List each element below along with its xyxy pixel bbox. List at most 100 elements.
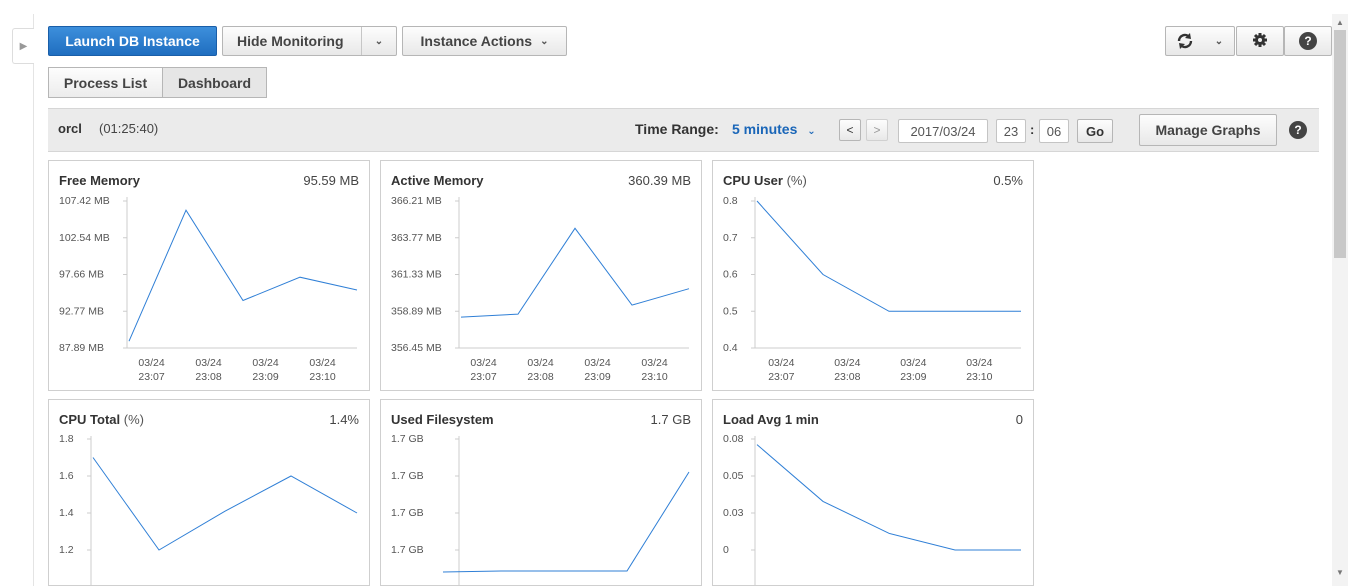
y-tick-label: 358.89 MB: [391, 305, 442, 317]
x-tick-label: 03/24: [195, 357, 221, 369]
help-button[interactable]: ?: [1284, 26, 1332, 56]
cpu-total-card: CPU Total (%) 1.4% 1.8 1.6 1.4 1.2: [48, 399, 370, 586]
launch-db-instance-button[interactable]: Launch DB Instance: [48, 26, 217, 56]
minute-value: 06: [1046, 123, 1062, 139]
tab-process-list-label: Process List: [63, 74, 148, 91]
sidebar-expand-button[interactable]: ▶: [12, 28, 34, 64]
x-tick-label: 03/24: [834, 357, 860, 369]
x-tick-label: 23:10: [641, 371, 667, 383]
x-tick-label: 23:07: [470, 371, 496, 383]
free-memory-chart: 107.42 MB 102.54 MB 97.66 MB 92.77 MB 87.89 …: [59, 195, 358, 383]
x-tick-label: 03/24: [768, 357, 794, 369]
date-value: 2017/03/24: [910, 123, 976, 139]
y-tick-label: 0: [723, 544, 729, 556]
instance-actions-label: Instance Actions: [420, 33, 533, 49]
chevron-down-icon[interactable]: ⌄: [1204, 36, 1234, 47]
scrollbar-thumb[interactable]: [1334, 30, 1346, 258]
chevron-down-icon[interactable]: ⌄: [362, 36, 396, 47]
manage-graphs-label: Manage Graphs: [1155, 122, 1261, 138]
go-button[interactable]: Go: [1077, 119, 1113, 143]
y-tick-label: 366.21 MB: [391, 195, 442, 207]
load-avg-card: Load Avg 1 min 0 0.08 0.05 0.03 0: [712, 399, 1034, 586]
date-input[interactable]: 2017/03/24: [898, 119, 988, 143]
load-avg-chart: 0.08 0.05 0.03 0: [723, 433, 1021, 586]
scroll-down-arrow-icon[interactable]: ▼: [1334, 566, 1346, 578]
used-filesystem-card: Used Filesystem 1.7 GB 1.7 GB 1.7 GB 1.7 GB 1…: [380, 399, 702, 586]
series-line: [442, 471, 690, 573]
y-tick-label: 0.03: [723, 507, 744, 519]
next-period-button[interactable]: >: [866, 119, 888, 141]
time-separator: :: [1030, 122, 1035, 137]
go-label: Go: [1085, 123, 1105, 139]
chevron-down-icon: ⌄: [540, 35, 549, 47]
y-tick-label: 1.4: [59, 507, 74, 519]
active-memory-chart: 366.21 MB 363.77 MB 361.33 MB 358.89 MB 356.…: [391, 195, 690, 383]
free-memory-card: Free Memory 95.59 MB 107.42 MB 102.54 MB 97.…: [48, 160, 370, 391]
x-tick-label: 23:08: [527, 371, 553, 383]
prev-period-button[interactable]: <: [839, 119, 861, 141]
y-tick-label: 363.77 MB: [391, 232, 442, 244]
scroll-up-arrow-icon[interactable]: ▲: [1334, 16, 1346, 28]
chevron-down-icon: ⌄: [807, 126, 816, 137]
active-memory-card: Active Memory 360.39 MB 366.21 MB 363.77 MB…: [380, 160, 702, 391]
y-tick-label: 0.7: [723, 232, 738, 244]
x-tick-label: 03/24: [527, 357, 553, 369]
x-tick-label: 03/24: [641, 357, 667, 369]
y-tick-label: 0.6: [723, 269, 738, 281]
cpu-user-card: CPU User (%) 0.5% 0.8 0.7 0.6 0.5 0.4 03/24 23:0…: [712, 160, 1034, 391]
cpu-user-chart: 0.8 0.7 0.6 0.5 0.4 03/24 23:07 03/24 23:08 03/24…: [723, 195, 1021, 383]
refresh-icon[interactable]: [1166, 31, 1204, 51]
x-tick-label: 03/24: [900, 357, 926, 369]
x-tick-label: 23:07: [138, 371, 164, 383]
y-tick-label: 1.7 GB: [391, 507, 424, 519]
instance-uptime: (01:25:40): [99, 121, 159, 136]
hide-monitoring-button[interactable]: Hide Monitoring ⌄: [222, 26, 397, 56]
hour-input[interactable]: 23: [996, 119, 1026, 143]
chevron-left-icon: <: [846, 123, 854, 137]
time-range-dropdown[interactable]: 5 minutes ⌄: [732, 121, 816, 137]
x-tick-label: 03/24: [470, 357, 496, 369]
x-tick-label: 23:07: [768, 371, 794, 383]
x-tick-label: 23:08: [195, 371, 221, 383]
y-tick-label: 87.89 MB: [59, 342, 104, 354]
sidebar-divider: [33, 14, 34, 586]
gear-icon: [1252, 32, 1268, 51]
y-tick-label: 97.66 MB: [59, 269, 104, 281]
series-line: [128, 209, 358, 342]
tab-process-list[interactable]: Process List: [48, 67, 163, 98]
minute-input[interactable]: 06: [1039, 119, 1069, 143]
y-tick-label: 1.7 GB: [391, 544, 424, 556]
time-range-label: Time Range:: [635, 121, 719, 137]
settings-button[interactable]: [1236, 26, 1284, 56]
x-tick-label: 03/24: [966, 357, 992, 369]
tab-dashboard[interactable]: Dashboard: [162, 67, 267, 98]
y-tick-label: 0.5: [723, 305, 738, 317]
y-tick-label: 1.7 GB: [391, 433, 424, 445]
instance-actions-button[interactable]: Instance Actions ⌄: [402, 26, 567, 56]
x-tick-label: 03/24: [584, 357, 610, 369]
dashboard-header-bar: orcl (01:25:40) Time Range: 5 minutes ⌄ …: [48, 108, 1319, 152]
triangle-right-icon: ▶: [19, 40, 28, 52]
x-tick-label: 03/24: [309, 357, 335, 369]
y-tick-label: 1.2: [59, 544, 74, 556]
used-filesystem-chart: 1.7 GB 1.7 GB 1.7 GB 1.7 GB: [391, 433, 690, 586]
x-tick-label: 23:08: [834, 371, 860, 383]
series-line: [756, 200, 1021, 312]
chevron-right-icon: >: [873, 123, 881, 137]
x-tick-label: 23:09: [584, 371, 610, 383]
hour-value: 23: [1003, 123, 1019, 139]
y-tick-label: 1.8: [59, 433, 74, 445]
refresh-button-group[interactable]: ⌄: [1165, 26, 1235, 56]
help-icon[interactable]: ?: [1289, 121, 1307, 139]
manage-graphs-button[interactable]: Manage Graphs: [1139, 114, 1277, 146]
y-tick-label: 0.05: [723, 470, 744, 482]
x-tick-label: 23:10: [966, 371, 992, 383]
series-line: [92, 457, 358, 551]
y-tick-label: 1.7 GB: [391, 470, 424, 482]
launch-db-instance-label: Launch DB Instance: [65, 33, 200, 49]
y-tick-label: 107.42 MB: [59, 195, 110, 207]
series-line: [756, 444, 1021, 551]
y-tick-label: 356.45 MB: [391, 342, 442, 354]
cpu-total-chart: 1.8 1.6 1.4 1.2: [59, 433, 358, 586]
hide-monitoring-label: Hide Monitoring: [237, 33, 344, 49]
